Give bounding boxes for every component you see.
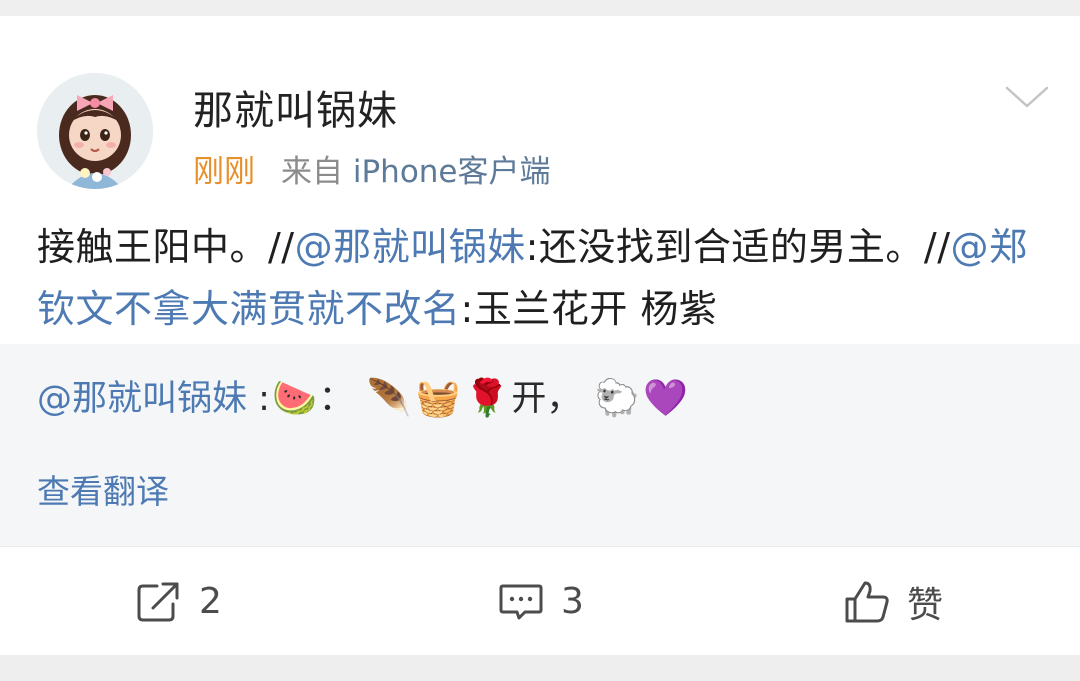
watermelon-emoji: 🍉 bbox=[271, 378, 317, 419]
rose-emoji: 🌹 bbox=[464, 378, 510, 419]
avatar[interactable] bbox=[37, 73, 153, 189]
like-button[interactable]: 赞 bbox=[843, 547, 943, 656]
avatar-image bbox=[37, 73, 153, 189]
quoted-mention[interactable]: @那就叫锅妹 bbox=[37, 379, 247, 419]
quoted-text: @那就叫锅妹 :🍉： 🪶 🧺 🌹开， 🐑 💜 bbox=[37, 374, 690, 424]
comment-count: 3 bbox=[561, 581, 584, 622]
quoted-colon: : bbox=[247, 379, 270, 419]
post-text: 接触王阳中。//@那就叫锅妹:还没找到合适的男主。//@郑钦文不拿大满贯就不改名… bbox=[37, 216, 1047, 340]
quoted-colon-2: ： bbox=[318, 379, 354, 419]
post-time: 刚刚 bbox=[193, 154, 255, 190]
source-app[interactable]: iPhone客户端 bbox=[353, 154, 551, 190]
post-meta: 刚刚 来自 iPhone客户端 bbox=[193, 146, 551, 191]
text-segment: :还没找到合适的男主。// bbox=[525, 225, 951, 269]
share-icon bbox=[137, 582, 179, 621]
basket-emoji: 🧺 bbox=[415, 378, 461, 419]
source-label: 来自 bbox=[281, 154, 343, 190]
comment-button[interactable]: 3 bbox=[497, 547, 584, 656]
comment-icon bbox=[499, 584, 543, 619]
weibo-post: 那就叫锅妹 刚刚 来自 iPhone客户端 接触王阳中。//@那就叫锅妹:还没找到… bbox=[0, 16, 1080, 344]
mention-link[interactable]: @那就叫锅妹 bbox=[295, 225, 526, 269]
text-segment: :玉兰花开 杨紫 bbox=[460, 287, 718, 331]
purple-heart-emoji: 💜 bbox=[643, 378, 689, 419]
chevron-down-icon[interactable] bbox=[1004, 82, 1050, 112]
feather-emoji: 🪶 bbox=[366, 378, 412, 419]
quoted-word: 开， bbox=[511, 379, 582, 419]
like-label: 赞 bbox=[907, 584, 944, 626]
sheep-emoji: 🐑 bbox=[594, 378, 640, 419]
thumbs-up-icon bbox=[845, 581, 889, 622]
translate-link[interactable]: 查看翻译 bbox=[37, 465, 169, 513]
repost-count: 2 bbox=[199, 581, 222, 622]
quoted-repost[interactable]: @那就叫锅妹 :🍉： 🪶 🧺 🌹开， 🐑 💜 查看翻译 bbox=[0, 344, 1080, 546]
username[interactable]: 那就叫锅妹 bbox=[193, 78, 398, 136]
repost-button[interactable]: 2 bbox=[135, 547, 222, 656]
bottom-separator bbox=[0, 655, 1080, 681]
action-bar: 2 3 赞 bbox=[0, 546, 1080, 656]
top-separator bbox=[0, 0, 1080, 16]
text-segment: 接触王阳中。// bbox=[37, 225, 295, 269]
